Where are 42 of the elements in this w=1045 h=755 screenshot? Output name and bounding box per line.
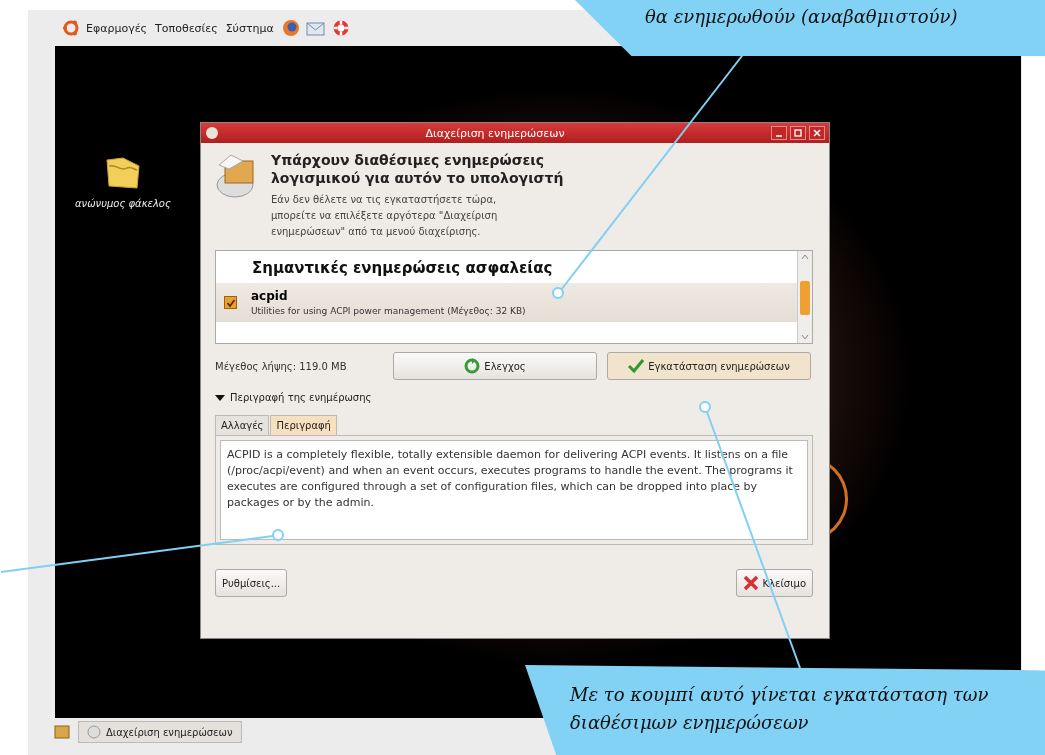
folder-label[interactable]: ανώνυμος φάκελος: [75, 198, 171, 209]
settings-button[interactable]: Ρυθμίσεις...: [215, 569, 288, 598]
package-name: acpid: [251, 289, 289, 304]
globe-icon[interactable]: [281, 19, 300, 37]
tab[interactable]: Περιγραφή: [270, 415, 337, 436]
install-button[interactable]: Εγκατάσταση ενημερώσεων: [607, 352, 811, 381]
checkmark-icon: [225, 297, 236, 308]
close-icon: [742, 575, 759, 592]
info-text: Εάν δεν θέλετε να τις εγκαταστήσετε τώρα, μπορείτε να επιλέξετε αργότερα "Διαχείριση ενημερώσεων" από τα μενού διαχείρισης.: [271, 193, 499, 240]
app-icon: [205, 126, 219, 140]
checkmark-icon: [628, 359, 645, 374]
menu-item[interactable]: Τοποθεσίες: [155, 21, 218, 35]
expander-label[interactable]: Περιγραφή της ενημέρωσης: [230, 392, 372, 404]
download-size: Μέγεθος λήψης: 119.0 MB: [215, 360, 348, 372]
refresh-icon: [464, 358, 481, 375]
close-dialog-button[interactable]: Κλείσιμο: [735, 569, 813, 598]
callout: θα ενημερωθούν (αναβαθμιστούν): [575, 0, 1045, 56]
checkbox[interactable]: [224, 296, 237, 310]
window-title: Διαχείριση ενημερώσεων: [424, 126, 566, 140]
update-item[interactable]: acpid Utilities for using ACPI power management (Μέγεθος: 32 KB): [216, 283, 797, 323]
maximize-icon: [794, 129, 802, 137]
callout: Με το κουμπί αυτό γίνεται εγκατάσταση των διαθέσιμων ενημερώσεων: [525, 665, 1045, 755]
triangle-icon: [215, 392, 225, 403]
scrollbar-thumb[interactable]: [800, 281, 810, 316]
menu-item[interactable]: Εφαρμογές: [86, 21, 148, 35]
maximize-button[interactable]: [790, 126, 806, 140]
minimize-button[interactable]: [771, 126, 787, 140]
taskbar-item[interactable]: Διαχείριση ενημερώσεων: [78, 721, 242, 743]
scrollbar[interactable]: [797, 251, 812, 344]
logo-icon[interactable]: [62, 19, 80, 37]
expander[interactable]: Περιγραφή της ενημέρωσης: [215, 392, 813, 404]
menu-item[interactable]: Σύστημα: [225, 21, 274, 35]
close-button[interactable]: [809, 126, 825, 140]
envelope-icon[interactable]: [305, 19, 326, 37]
group-header: Σημαντικές ενημερώσεις ασφαλείας: [251, 258, 554, 280]
heading-text: Υπάρχουν διαθέσιμες ενημερώσεις λογισμικού για αυτόν το υπολογιστή: [271, 151, 565, 188]
close-icon: [813, 129, 821, 137]
package-description: Utilities for using ACPI power management (Μέγεθος: 32 KB): [251, 306, 526, 317]
lifebuoy-icon[interactable]: [331, 19, 350, 37]
tab[interactable]: Αλλαγές: [215, 415, 270, 436]
check-button[interactable]: Ελεγχος: [393, 352, 597, 381]
app-icon: [87, 725, 101, 739]
